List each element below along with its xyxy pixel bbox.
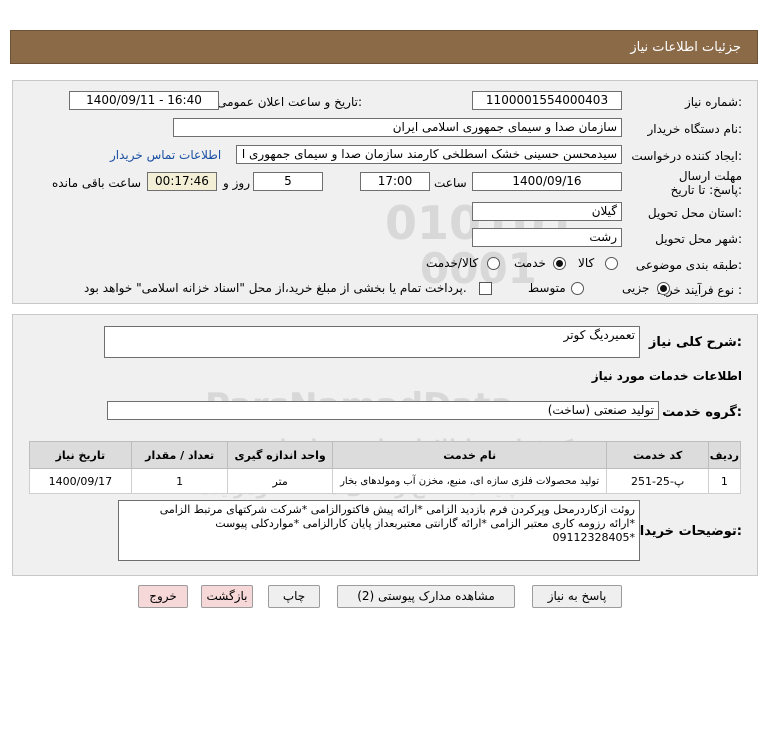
category-service-label: خدمت xyxy=(514,256,546,270)
category-goods-radio[interactable] xyxy=(605,257,618,270)
treasury-note: پرداخت تمام یا بخشی از مبلغ خرید،از محل … xyxy=(84,281,467,295)
deadline-date-field: 1400/09/16 xyxy=(472,172,622,191)
cell-row-number: 1 xyxy=(707,468,742,494)
announce-label: تاریخ و ساعت اعلان عمومی: xyxy=(217,95,362,109)
category-label: طبقه بندی موضوعی: xyxy=(635,258,742,272)
process-medium-label: متوسط xyxy=(528,281,566,295)
buyer-notes-line: *09112328405 xyxy=(552,531,635,544)
process-minor-label: جزیی xyxy=(622,281,650,295)
table-header-row: ردیف کد خدمت نام خدمت واحد اندازه گیری ت… xyxy=(29,441,742,469)
buyer-org-field: سازمان صدا و سیمای جمهوری اسلامی ایران xyxy=(173,118,622,137)
need-number-field: 1100001554000403 xyxy=(472,91,622,110)
treasury-checkbox[interactable] xyxy=(479,282,492,295)
deadline-label: مهلت ارسال پاسخ: تا تاریخ: xyxy=(670,169,742,197)
cell-quantity: 1 xyxy=(130,468,229,494)
buyer-notes-line: *ارائه رزومه کاری معتبر الزامی *ارائه گا… xyxy=(215,517,635,530)
cell-need-date: 1400/09/17 xyxy=(29,468,132,494)
category-goods-service-radio[interactable] xyxy=(487,257,500,270)
province-field: گیلان xyxy=(472,202,622,221)
services-table: ردیف کد خدمت نام خدمت واحد اندازه گیری ت… xyxy=(29,441,742,494)
col-service-code: کد خدمت xyxy=(606,441,709,469)
city-label: شهر محل تحویل: xyxy=(655,232,742,246)
category-service-radio[interactable] xyxy=(553,257,566,270)
deadline-time-label: ساعت xyxy=(434,176,467,190)
days-field: 5 xyxy=(253,172,323,191)
service-group-field: تولید صنعتی (ساخت) xyxy=(107,401,659,420)
page-title: جزئیات اطلاعات نیاز xyxy=(630,40,741,55)
page-title-bar: جزئیات اطلاعات نیاز xyxy=(10,30,758,64)
col-unit: واحد اندازه گیری xyxy=(227,441,333,469)
service-group-label: گروه خدمت: xyxy=(662,405,742,420)
back-button[interactable]: بازگشت xyxy=(201,585,253,608)
table-row: 1 پ-25-251 تولید محصولات فلزی سازه ای، م… xyxy=(29,468,742,494)
need-number-label: شماره نیاز: xyxy=(684,95,742,109)
buyer-notes-box: روئت ازکاردرمحل وپرکردن فرم بازدید الزام… xyxy=(118,500,640,561)
cell-service-code: پ-25-251 xyxy=(606,468,709,494)
col-service-name: نام خدمت xyxy=(331,441,608,469)
buyer-notes-label: توضیحات خریدار: xyxy=(632,524,742,539)
remaining-time-field: 00:17:46 xyxy=(147,172,217,191)
deadline-time-field: 17:00 xyxy=(360,172,430,191)
category-goods-label: کالا xyxy=(578,256,595,270)
cell-unit: متر xyxy=(227,468,333,494)
process-medium-radio[interactable] xyxy=(571,282,584,295)
reply-button[interactable]: پاسخ به نیاز xyxy=(532,585,622,608)
exit-button[interactable]: خروج xyxy=(138,585,188,608)
col-row-number: ردیف xyxy=(707,441,742,469)
process-label: نوع فرآیند خرید : xyxy=(657,283,742,297)
col-need-date: تاریخ نیاز xyxy=(29,441,132,469)
requester-field: سیدمحسن حسینی خشک اسطلخی کارمند سازمان ص… xyxy=(236,145,622,164)
buyer-contact-link[interactable]: اطلاعات تماس خریدار xyxy=(110,148,221,162)
print-button[interactable]: چاپ xyxy=(268,585,320,608)
services-heading: اطلاعات خدمات مورد نیاز xyxy=(591,369,742,383)
col-quantity: تعداد / مقدار xyxy=(130,441,229,469)
buyer-notes-line: روئت ازکاردرمحل وپرکردن فرم بازدید الزام… xyxy=(159,503,635,516)
category-goods-service-label: کالا/خدمت xyxy=(426,256,479,270)
buyer-org-label: نام دستگاه خریدار: xyxy=(647,122,743,136)
cell-service-name: تولید محصولات فلزی سازه ای، منبع، مخزن آ… xyxy=(331,468,608,494)
description-label: شرح کلی نیاز: xyxy=(648,335,742,350)
requester-label: ایجاد کننده درخواست: xyxy=(631,149,742,163)
description-field: تعمیردیگ کوتر xyxy=(104,326,640,358)
announce-field: 1400/09/11 - 16:40 xyxy=(69,91,219,110)
city-field: رشت xyxy=(472,228,622,247)
remaining-time-label: ساعت باقی مانده xyxy=(52,176,142,190)
province-label: استان محل تحویل: xyxy=(647,206,742,220)
process-minor-radio[interactable] xyxy=(657,282,670,295)
days-label: روز و xyxy=(223,176,250,190)
attachments-button[interactable]: مشاهده مدارک پیوستی (2) xyxy=(337,585,515,608)
